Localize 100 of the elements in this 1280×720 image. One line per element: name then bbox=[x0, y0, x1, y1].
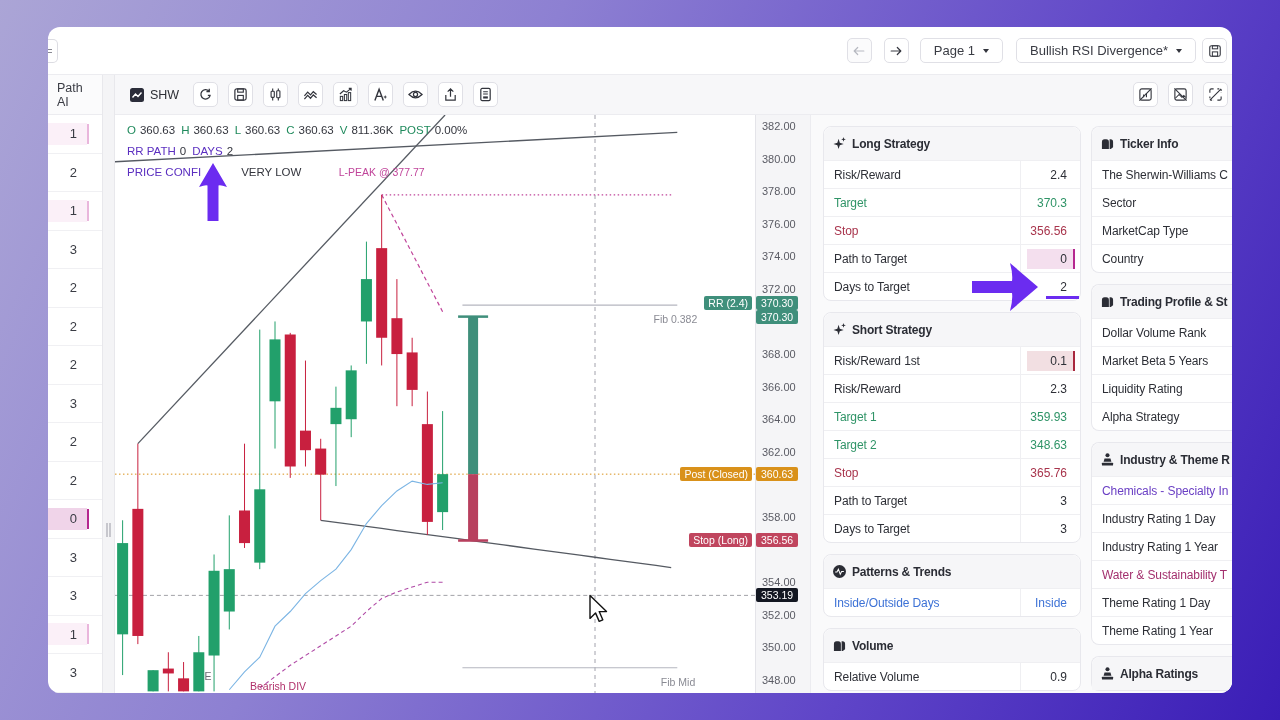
quote-label: L bbox=[234, 123, 242, 138]
path-ai-value: 1 bbox=[48, 623, 87, 646]
share-button[interactable] bbox=[438, 82, 464, 107]
refresh-button[interactable] bbox=[193, 82, 219, 107]
save-button[interactable] bbox=[1202, 38, 1227, 63]
symbol-button[interactable]: SHW bbox=[130, 87, 180, 102]
price-tag: 353.19 bbox=[756, 588, 798, 603]
line-label-tag: Post (Closed) bbox=[680, 467, 752, 482]
scan-menu[interactable]: Bullish RSI Divergence* bbox=[1016, 38, 1196, 63]
price-axis-label: 364.00 bbox=[762, 413, 796, 426]
card-title: Alpha Ratings bbox=[1120, 666, 1199, 681]
candle bbox=[147, 669, 159, 692]
row-value: 0 bbox=[1027, 248, 1073, 269]
row-label: Country bbox=[1101, 251, 1145, 266]
indicators-button[interactable] bbox=[298, 82, 324, 107]
row-value[interactable]: Inside bbox=[1028, 592, 1073, 613]
row-value: 370.3 bbox=[1035, 194, 1068, 212]
lines-icon bbox=[48, 46, 53, 55]
line-chart-icon bbox=[130, 87, 144, 102]
share-icon bbox=[443, 87, 459, 102]
row-value: 3 bbox=[1059, 492, 1068, 510]
path-label: RR PATH bbox=[127, 144, 176, 159]
path-label: DAYS bbox=[192, 144, 223, 159]
row-label: Theme Rating 1 Year bbox=[1101, 623, 1214, 638]
row-label: Sector bbox=[1101, 195, 1138, 210]
price-tag: 360.63 bbox=[756, 467, 798, 482]
price-axis-label: 362.00 bbox=[762, 445, 796, 458]
row-label: Market Beta 5 Years bbox=[1101, 353, 1210, 368]
row-label: Alpha Strategy bbox=[1101, 409, 1181, 424]
row-label: Target 2 bbox=[833, 437, 878, 452]
price-axis-label: 348.00 bbox=[762, 673, 796, 686]
path-ai-value: 3 bbox=[68, 548, 78, 567]
sparkles-icon bbox=[833, 137, 846, 150]
row-label: Target bbox=[833, 195, 868, 210]
chart-type-button[interactable] bbox=[333, 82, 359, 107]
price-axis-label: 372.00 bbox=[762, 282, 796, 295]
row-label: Days to Target bbox=[833, 279, 911, 294]
card-title: Trading Profile & St bbox=[1120, 294, 1228, 309]
save-layout-button[interactable] bbox=[228, 82, 254, 107]
path-ai-value: 1 bbox=[48, 122, 87, 145]
card-title: Short Strategy bbox=[852, 322, 932, 337]
card-title: Patterns & Trends bbox=[852, 564, 952, 579]
pulse-icon bbox=[833, 565, 846, 578]
column-header: Path AI bbox=[57, 80, 84, 109]
page-menu[interactable]: Page 1 bbox=[919, 38, 1003, 63]
text-tool-button[interactable] bbox=[368, 82, 394, 107]
row-label[interactable]: Chemicals - Specialty In bbox=[1092, 483, 1232, 498]
path-ai-value: 2 bbox=[68, 433, 78, 452]
price-axis-label: 374.00 bbox=[762, 250, 796, 263]
candle bbox=[178, 661, 190, 692]
card-title: Long Strategy bbox=[852, 136, 931, 151]
caret-icon bbox=[1175, 47, 1183, 54]
quote-value: 360.63 bbox=[245, 123, 281, 138]
price-axis-label: 376.00 bbox=[762, 217, 796, 230]
price-axis-label: 378.00 bbox=[762, 185, 796, 198]
price-axis-label: 382.00 bbox=[762, 119, 796, 132]
notes-button[interactable] bbox=[473, 82, 499, 107]
path-ai-value: 2 bbox=[68, 471, 78, 490]
confidence-label: PRICE CONFI bbox=[127, 165, 202, 180]
row-label: Risk/Reward bbox=[833, 167, 902, 182]
path-ai-value: 3 bbox=[68, 587, 78, 606]
price-axis-label: 354.00 bbox=[762, 576, 796, 589]
drag-handle-icon[interactable] bbox=[106, 523, 111, 537]
path-value: 2 bbox=[226, 144, 234, 159]
row-label: Path to Target bbox=[833, 493, 909, 508]
path-ai-value: 2 bbox=[68, 356, 78, 375]
candlestick-icon bbox=[268, 87, 284, 102]
image-toggle-button[interactable] bbox=[1168, 82, 1193, 107]
row-label: Theme Rating 1 Day bbox=[1101, 595, 1212, 610]
row-label: Days to Target bbox=[833, 521, 911, 536]
crossed-corners-icon bbox=[1208, 87, 1223, 102]
divergence-label: Bearish DIV bbox=[250, 680, 307, 693]
path-ai-value: 1 bbox=[48, 199, 87, 222]
row-label[interactable]: Inside/Outside Days bbox=[824, 595, 1020, 610]
row-label: Industry Rating 1 Day bbox=[1101, 511, 1217, 526]
forward-button[interactable] bbox=[883, 38, 909, 63]
path-value: 0 bbox=[179, 144, 187, 159]
candle bbox=[193, 635, 205, 692]
row-label: Path to Target bbox=[833, 251, 909, 266]
price-axis-label: 366.00 bbox=[762, 380, 796, 393]
fib-level-label: Fib 0.382 bbox=[653, 313, 698, 326]
quote-value: 0.00% bbox=[434, 123, 468, 138]
chart-toggle-button[interactable] bbox=[1133, 82, 1158, 107]
visibility-button[interactable] bbox=[403, 82, 429, 107]
quote-label: POST bbox=[399, 123, 431, 138]
drawings-toggle-button[interactable] bbox=[1203, 82, 1228, 107]
row-value: 2 bbox=[1059, 278, 1068, 296]
edge-button[interactable] bbox=[48, 38, 58, 63]
row-label: Risk/Reward bbox=[833, 381, 902, 396]
row-value: 2.3 bbox=[1049, 380, 1068, 398]
path-ai-value: 0 bbox=[48, 507, 87, 530]
refresh-icon bbox=[198, 87, 214, 102]
candles-button[interactable] bbox=[263, 82, 289, 107]
quote-label: C bbox=[286, 123, 295, 138]
row-label: Stop bbox=[833, 223, 860, 238]
row-label: The Sherwin-Williams C bbox=[1101, 167, 1229, 182]
crossed-chart-icon bbox=[1138, 87, 1153, 102]
row-label[interactable]: Water & Sustainability T bbox=[1092, 567, 1232, 582]
tags-icon bbox=[1101, 137, 1114, 150]
price-axis-label: 352.00 bbox=[762, 608, 796, 621]
